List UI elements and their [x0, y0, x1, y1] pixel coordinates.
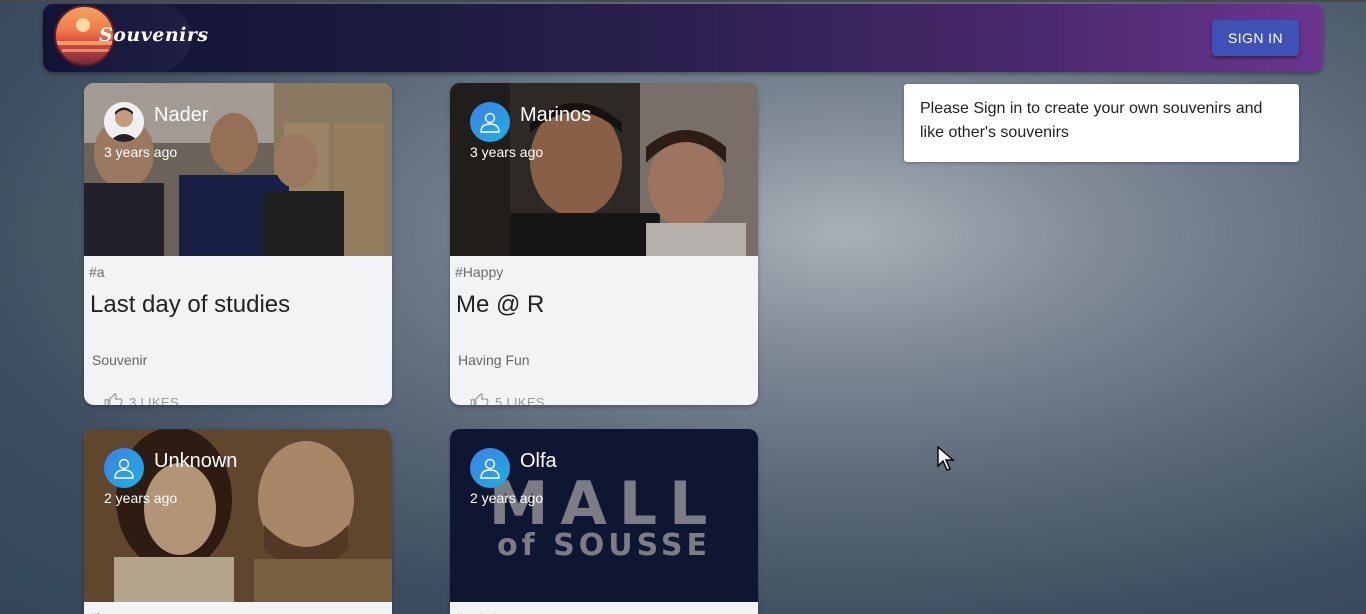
post-time: 3 years ago: [470, 144, 544, 160]
post-card: Marinos 3 years ago #Happy Me @ R Having…: [450, 83, 758, 405]
like-count: 3 LIKES: [129, 394, 179, 406]
mouse-cursor-icon: [937, 446, 955, 471]
author-avatar: [470, 102, 510, 142]
user-icon: [480, 112, 500, 133]
post-tags: #outmt: [450, 602, 758, 614]
thumb-up-icon: [104, 393, 123, 405]
post-message: Having Fun: [458, 352, 530, 368]
post-card: Unknown 2 years ago #love: [84, 429, 392, 614]
post-card: MALL of SOUSSE Olfa 2 years ago #outmt: [450, 429, 758, 614]
post-title: Last day of studies: [90, 291, 291, 318]
author-avatar: [470, 448, 510, 488]
user-icon: [114, 458, 134, 479]
like-count: 5 LIKES: [495, 394, 545, 406]
brand-name: Souvenirs: [99, 24, 209, 46]
post-message: Souvenir: [92, 352, 148, 368]
sign-in-button[interactable]: SIGN IN: [1212, 20, 1299, 56]
post-author: Nader: [154, 104, 209, 126]
author-avatar: [104, 102, 144, 142]
post-time: 2 years ago: [470, 490, 544, 506]
post-author: Marinos: [520, 104, 592, 126]
like-button[interactable]: 3 LIKES: [104, 391, 179, 405]
post-author: Unknown: [154, 450, 238, 472]
post-time: 3 years ago: [104, 144, 178, 160]
user-icon: [480, 458, 500, 479]
post-image: MALL of SOUSSE Olfa 2 years ago: [450, 429, 758, 602]
post-tags: #Happy: [455, 264, 504, 280]
post-image: Nader 3 years ago: [84, 83, 392, 256]
sign-in-notice: Please Sign in to create your own souven…: [904, 84, 1299, 162]
window-top-border: [0, 0, 1366, 2]
brand-logo-link[interactable]: Souvenirs: [53, 4, 208, 72]
post-author: Olfa: [520, 450, 557, 472]
author-avatar: [104, 448, 144, 488]
thumb-up-icon: [470, 393, 489, 405]
post-tags: #a: [89, 264, 105, 280]
post-tags: #love: [84, 602, 392, 614]
post-image: Marinos 3 years ago: [450, 83, 758, 256]
post-image: Unknown 2 years ago: [84, 429, 392, 602]
post-card: Nader 3 years ago #a Last day of studies…: [84, 83, 392, 405]
like-button[interactable]: 5 LIKES: [470, 391, 545, 405]
post-time: 2 years ago: [104, 490, 178, 506]
app-header: Souvenirs SIGN IN: [43, 4, 1323, 72]
post-title: Me @ R: [456, 291, 545, 318]
